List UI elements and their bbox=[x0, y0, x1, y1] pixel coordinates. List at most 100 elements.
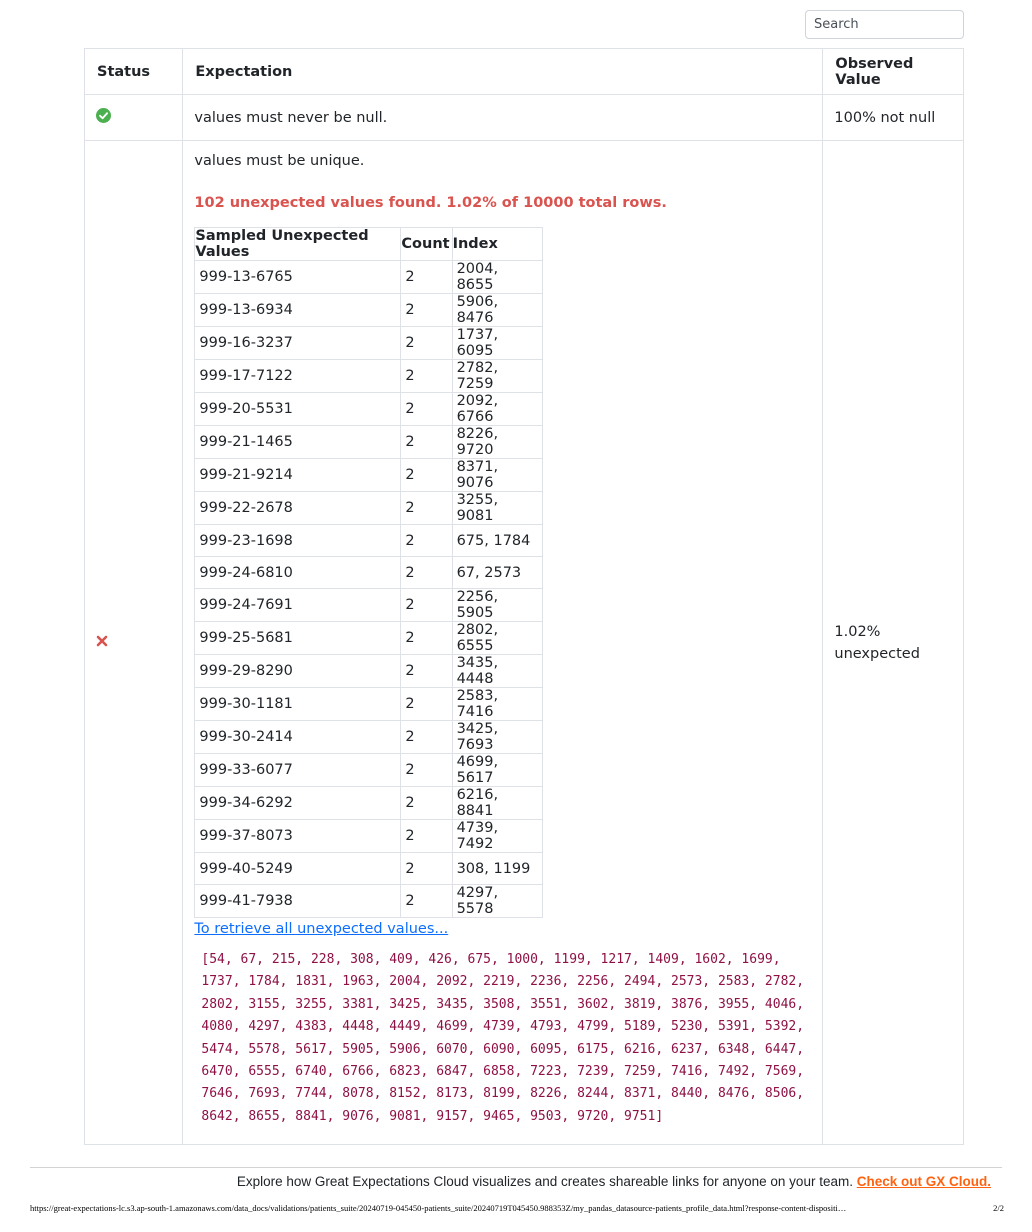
sample-value: 999-13-6765 bbox=[194, 260, 402, 294]
sample-value: 999-33-6077 bbox=[194, 753, 402, 787]
sample-index: 3425, 7693 bbox=[451, 720, 543, 754]
sample-count: 2 bbox=[400, 753, 453, 787]
sample-count: 2 bbox=[400, 687, 453, 721]
sample-row: 999-23-1698 2 675, 1784 bbox=[194, 524, 543, 557]
sample-count: 2 bbox=[400, 786, 453, 820]
retrieve-unexpected-link[interactable]: To retrieve all unexpected values... bbox=[194, 921, 811, 937]
expectation-cell: values must be unique. 102 unexpected va… bbox=[182, 139, 824, 1146]
sample-row: 999-33-6077 2 4699, 5617 bbox=[194, 753, 543, 787]
sample-row: 999-16-3237 2 1737, 6095 bbox=[194, 326, 543, 360]
x-icon bbox=[96, 635, 108, 646]
sample-count: 2 bbox=[400, 556, 453, 589]
sample-row: 999-40-5249 2 308, 1199 bbox=[194, 852, 543, 885]
footer: Explore how Great Expectations Cloud vis… bbox=[237, 1174, 991, 1189]
sample-header-row: Sampled Unexpected Values Count Index bbox=[194, 227, 543, 261]
sample-value: 999-25-5681 bbox=[194, 621, 402, 655]
sample-row: 999-24-6810 2 67, 2573 bbox=[194, 556, 543, 589]
sample-value: 999-20-5531 bbox=[194, 392, 402, 426]
page-url: https://great-expectations-lc.s3.ap-sout… bbox=[30, 1203, 847, 1213]
table-row: values must be unique. 102 unexpected va… bbox=[83, 139, 964, 1146]
observed-label: unexpected bbox=[834, 645, 920, 662]
sample-index: 8226, 9720 bbox=[451, 425, 543, 459]
sample-count: 2 bbox=[400, 884, 453, 918]
sample-row: 999-21-1465 2 8226, 9720 bbox=[194, 425, 543, 459]
status-header[interactable]: Status bbox=[83, 48, 184, 95]
count-header: Count bbox=[400, 227, 453, 261]
status-cell bbox=[83, 94, 184, 141]
observed-value-cell: 1.02% unexpected bbox=[822, 139, 964, 1146]
sample-value: 999-29-8290 bbox=[194, 654, 402, 688]
sample-count: 2 bbox=[400, 260, 453, 294]
sample-index: 2004, 8655 bbox=[451, 260, 543, 294]
sample-index: 675, 1784 bbox=[451, 524, 543, 557]
sample-index: 4297, 5578 bbox=[451, 884, 543, 918]
sample-index: 2583, 7416 bbox=[451, 687, 543, 721]
sample-row: 999-24-7691 2 2256, 5905 bbox=[194, 588, 543, 622]
sample-value: 999-30-1181 bbox=[194, 687, 402, 721]
sample-row: 999-20-5531 2 2092, 6766 bbox=[194, 392, 543, 426]
expectation-cell: values must never be null. bbox=[182, 94, 824, 141]
sample-index: 3435, 4448 bbox=[451, 654, 543, 688]
sample-value: 999-16-3237 bbox=[194, 326, 402, 360]
sample-value: 999-41-7938 bbox=[194, 884, 402, 918]
sample-index: 4739, 7492 bbox=[451, 819, 543, 853]
table-header-row: Status Expectation Observed Value bbox=[83, 48, 964, 95]
sample-row: 999-17-7122 2 2782, 7259 bbox=[194, 359, 543, 393]
expectation-text: values must be unique. bbox=[194, 153, 365, 169]
sample-row: 999-37-8073 2 4739, 7492 bbox=[194, 819, 543, 853]
sample-row: 999-41-7938 2 4297, 5578 bbox=[194, 884, 543, 918]
print-footer: https://great-expectations-lc.s3.ap-sout… bbox=[30, 1203, 1004, 1213]
observed-value-header[interactable]: Observed Value bbox=[822, 48, 964, 95]
sample-index: 2802, 6555 bbox=[451, 621, 543, 655]
sample-count: 2 bbox=[400, 524, 453, 557]
sample-index: 3255, 9081 bbox=[451, 491, 543, 525]
sample-index: 1737, 6095 bbox=[451, 326, 543, 360]
expectation-header[interactable]: Expectation bbox=[182, 48, 824, 95]
sample-value: 999-21-9214 bbox=[194, 458, 402, 492]
footer-divider bbox=[30, 1167, 1002, 1168]
sample-row: 999-29-8290 2 3435, 4448 bbox=[194, 654, 543, 688]
sample-count: 2 bbox=[400, 491, 453, 525]
sampled-values-body: 999-13-6765 2 2004, 8655 999-13-6934 2 5906, … bbox=[194, 260, 543, 918]
sample-index: 2092, 6766 bbox=[451, 392, 543, 426]
unexpected-summary: 102 unexpected values found. 1.02% of 10… bbox=[194, 195, 667, 211]
index-header: Index bbox=[451, 227, 543, 261]
gx-cloud-link[interactable]: Check out GX Cloud. bbox=[857, 1174, 991, 1189]
check-circle-icon bbox=[96, 108, 111, 123]
sample-value: 999-30-2414 bbox=[194, 720, 402, 754]
unexpected-index-list: [54, 67, 215, 228, 308, 409, 426, 675, 1… bbox=[201, 952, 805, 1124]
sample-index: 2256, 5905 bbox=[451, 588, 543, 622]
sample-count: 2 bbox=[400, 359, 453, 393]
sample-value: 999-21-1465 bbox=[194, 425, 402, 459]
sample-index: 5906, 8476 bbox=[451, 293, 543, 327]
sample-row: 999-13-6765 2 2004, 8655 bbox=[194, 260, 543, 294]
sample-row: 999-21-9214 2 8371, 9076 bbox=[194, 458, 543, 492]
sample-value: 999-17-7122 bbox=[194, 359, 402, 393]
sample-count: 2 bbox=[400, 326, 453, 360]
sample-value: 999-22-2678 bbox=[194, 491, 402, 525]
sample-count: 2 bbox=[400, 621, 453, 655]
sample-row: 999-30-1181 2 2583, 7416 bbox=[194, 687, 543, 721]
sample-row: 999-30-2414 2 3425, 7693 bbox=[194, 720, 543, 754]
sample-row: 999-22-2678 2 3255, 9081 bbox=[194, 491, 543, 525]
table-row: values must never be null. 100% not null bbox=[83, 94, 964, 141]
sample-index: 4699, 5617 bbox=[451, 753, 543, 787]
sample-count: 2 bbox=[400, 852, 453, 885]
search-input[interactable] bbox=[805, 10, 964, 39]
footer-message: Explore how Great Expectations Cloud vis… bbox=[236, 1174, 853, 1189]
validation-results-table: Status Expectation Observed Value values… bbox=[83, 48, 964, 1146]
sample-value: 999-37-8073 bbox=[194, 819, 402, 853]
sampled-values-header: Sampled Unexpected Values bbox=[194, 227, 402, 261]
sample-count: 2 bbox=[400, 458, 453, 492]
sample-count: 2 bbox=[400, 425, 453, 459]
sample-value: 999-23-1698 bbox=[194, 524, 402, 557]
sample-value: 999-34-6292 bbox=[194, 786, 402, 820]
sample-value: 999-24-7691 bbox=[194, 588, 402, 622]
observed-percent: 1.02% bbox=[834, 623, 881, 640]
sample-index: 6216, 8841 bbox=[451, 786, 543, 820]
sample-row: 999-13-6934 2 5906, 8476 bbox=[194, 293, 543, 327]
observed-value-cell: 100% not null bbox=[822, 94, 964, 141]
sample-index: 8371, 9076 bbox=[451, 458, 543, 492]
sample-row: 999-25-5681 2 2802, 6555 bbox=[194, 621, 543, 655]
sample-count: 2 bbox=[400, 588, 453, 622]
